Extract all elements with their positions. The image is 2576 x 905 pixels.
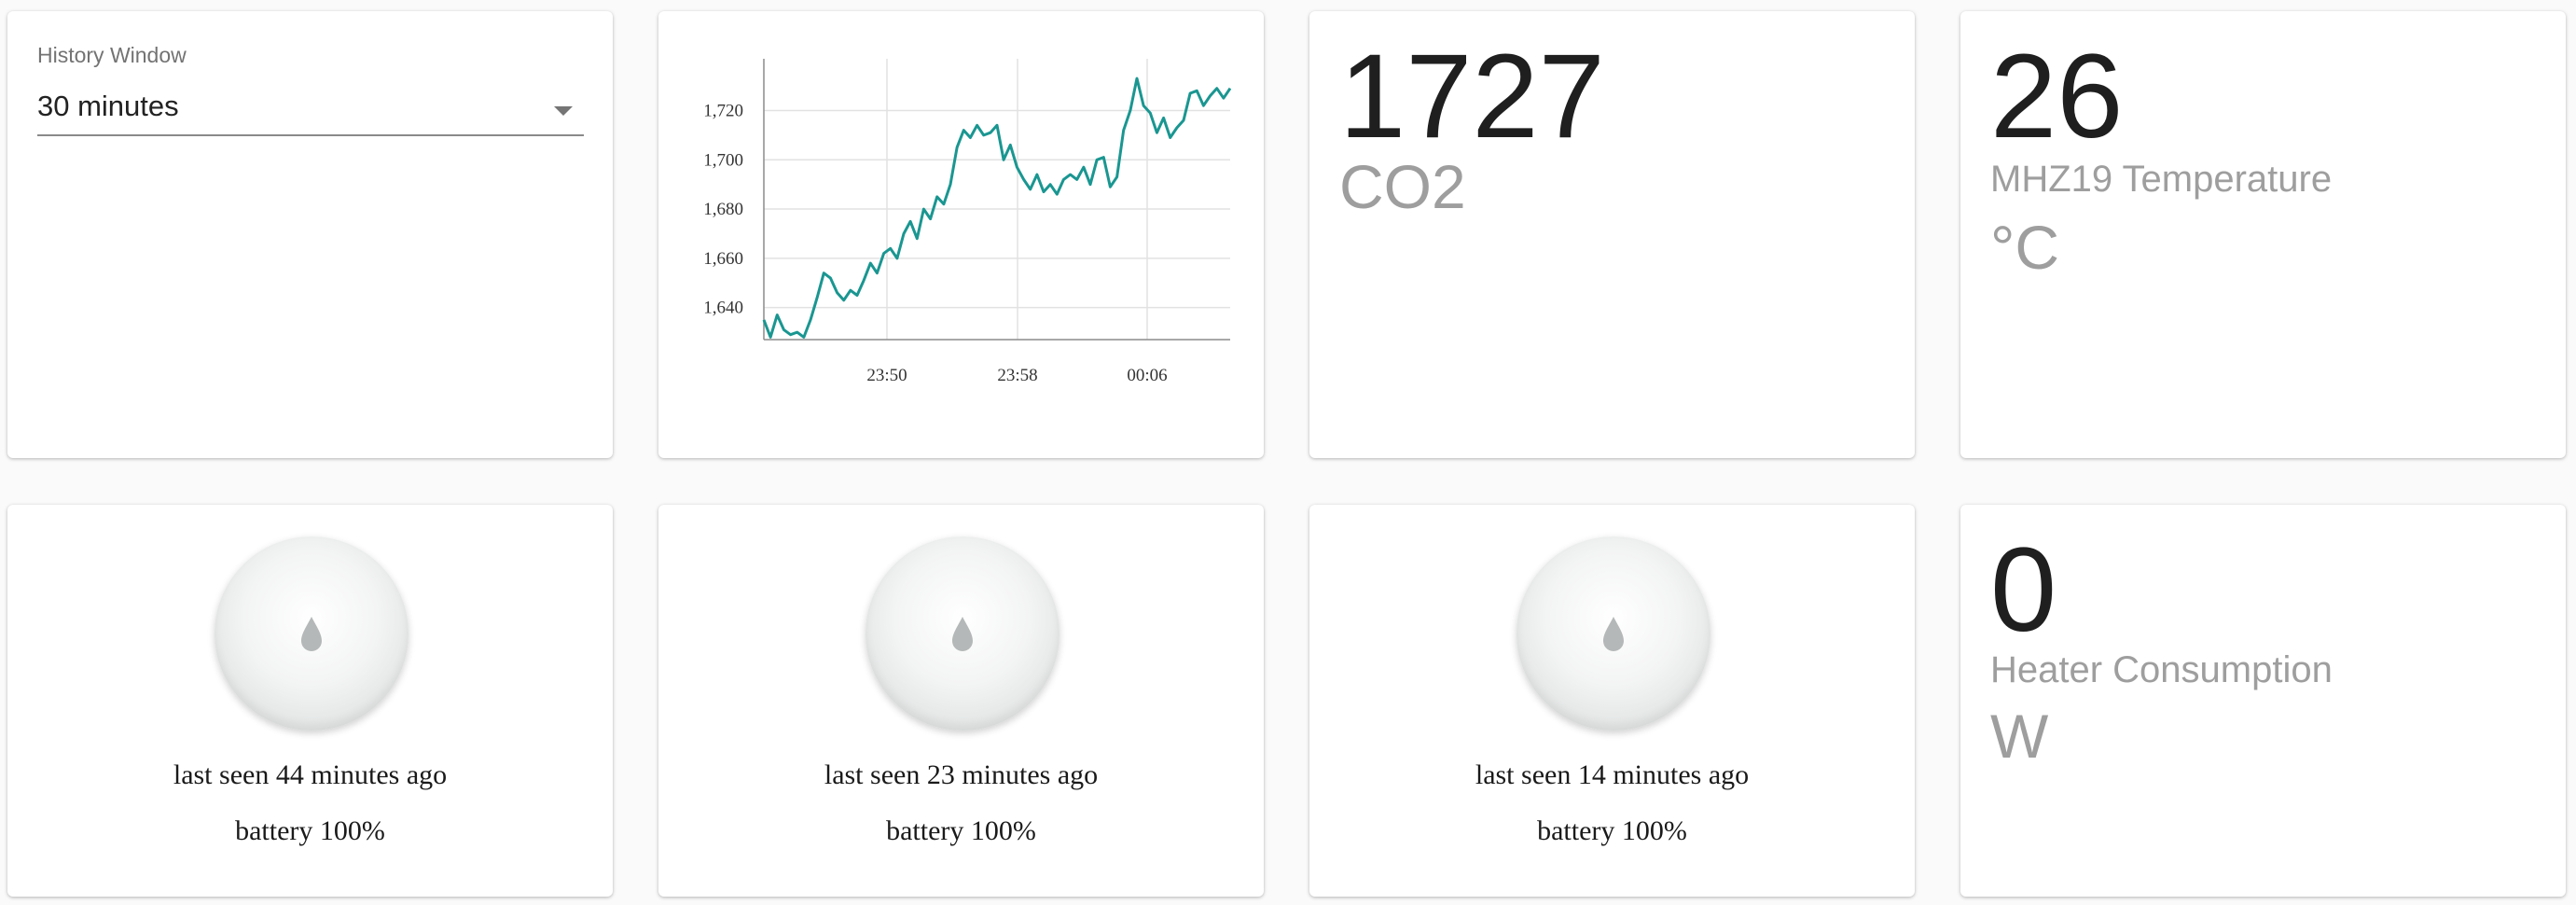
- last-seen-text: last seen 23 minutes ago: [824, 759, 1099, 790]
- water-sensor-card: last seen 14 minutes ago battery 100%: [1309, 505, 1915, 897]
- y-tick-label: 1,660: [703, 249, 743, 269]
- history-window-card: History Window 30 minutes: [7, 11, 613, 458]
- heater-value: 0: [1990, 523, 2057, 657]
- battery-text: battery 100%: [235, 815, 385, 846]
- co2-line-chart: 1,640 1,660 1,680 1,700 1,720 23:50 23:58 00:06: [703, 59, 1232, 385]
- water-sensor-card: last seen 23 minutes ago battery 100%: [658, 505, 1264, 897]
- water-sensor-image: [215, 536, 409, 731]
- co2-chart-card: 1,640 1,660 1,680 1,700 1,720 23:50 23:58 00:06: [658, 11, 1264, 458]
- battery-text: battery 100%: [1537, 815, 1687, 846]
- co2-series-line: [762, 77, 1232, 339]
- water-sensor-card: last seen 44 minutes ago battery 100%: [7, 505, 613, 897]
- y-tick-label: 1,640: [703, 299, 743, 318]
- heater-label: Heater Consumption: [1990, 649, 2333, 690]
- y-tick-label: 1,680: [703, 200, 743, 219]
- history-window-value: 30 minutes: [37, 90, 179, 122]
- water-drop-icon: [301, 617, 322, 651]
- water-drop-icon: [952, 617, 973, 651]
- history-window-select[interactable]: 30 minutes: [37, 78, 584, 136]
- y-tick-label: 1,720: [703, 101, 743, 120]
- dropdown-arrow-icon[interactable]: [554, 106, 573, 116]
- history-window-label: History Window: [37, 43, 187, 67]
- x-tick-label: 00:06: [1127, 366, 1167, 385]
- temperature-label: MHZ19 Temperature: [1990, 159, 2333, 200]
- temperature-unit: °C: [1990, 213, 2060, 282]
- last-seen-text: last seen 14 minutes ago: [1475, 759, 1750, 790]
- co2-label: CO2: [1339, 152, 1466, 221]
- temperature-value: 26: [1990, 30, 2124, 163]
- temperature-card: 26 MHZ19 Temperature °C: [1960, 11, 2566, 458]
- heater-card: 0 Heater Consumption W: [1960, 505, 2566, 897]
- battery-text: battery 100%: [886, 815, 1036, 846]
- x-tick-label: 23:58: [997, 366, 1037, 385]
- co2-value: 1727: [1339, 30, 1605, 163]
- co2-card: 1727 CO2: [1309, 11, 1915, 458]
- water-sensor-image: [866, 536, 1059, 731]
- water-sensor-image: [1517, 536, 1710, 731]
- water-drop-icon: [1603, 617, 1624, 651]
- y-tick-label: 1,700: [703, 150, 743, 170]
- last-seen-text: last seen 44 minutes ago: [173, 759, 448, 790]
- heater-unit: W: [1990, 702, 2049, 771]
- x-tick-label: 23:50: [866, 366, 907, 385]
